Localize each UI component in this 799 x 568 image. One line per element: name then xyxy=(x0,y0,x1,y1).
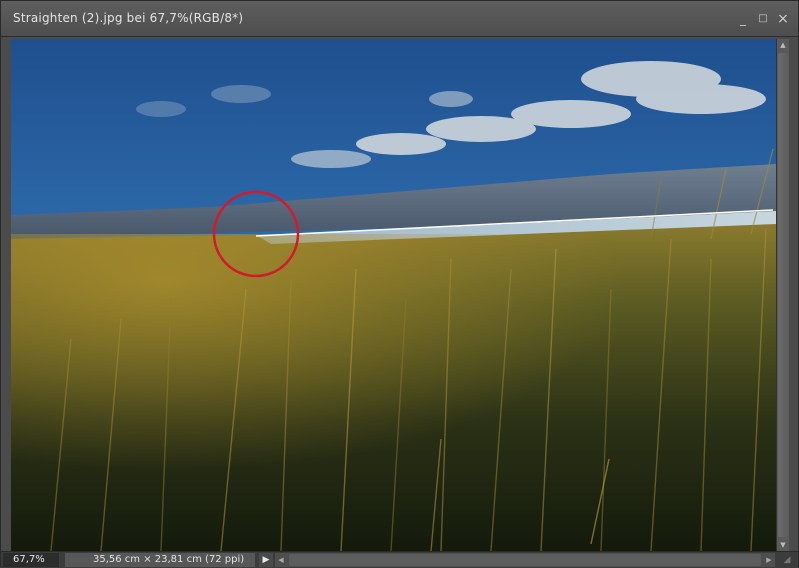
scroll-up-arrow-icon[interactable]: ▲ xyxy=(777,39,789,51)
resize-grip-icon[interactable]: ◢ xyxy=(778,553,796,567)
close-button[interactable]: × xyxy=(776,12,790,26)
document-info: 35,56 cm × 23,81 cm (72 ppi) xyxy=(65,553,255,567)
scroll-right-arrow-icon[interactable]: ▶ xyxy=(763,553,775,567)
document-title: Straighten (2).jpg bei 67,7%(RGB/8*) xyxy=(13,11,244,25)
zoom-level-field[interactable]: 67,7% xyxy=(3,553,59,567)
right-triangle-icon[interactable]: ▶ xyxy=(259,553,273,567)
minimize-button[interactable]: _ xyxy=(736,12,750,26)
horizontal-scrollbar[interactable]: ◀ ▶ xyxy=(275,553,775,567)
vertical-scroll-thumb[interactable] xyxy=(778,53,788,537)
horizontal-scroll-thumb[interactable] xyxy=(289,554,761,566)
document-window: Straighten (2).jpg bei 67,7%(RGB/8*) _ □… xyxy=(0,0,799,568)
document-titlebar[interactable]: Straighten (2).jpg bei 67,7%(RGB/8*) _ □… xyxy=(1,1,798,37)
maximize-button[interactable]: □ xyxy=(756,12,770,26)
scroll-left-arrow-icon[interactable]: ◀ xyxy=(275,553,287,567)
image-canvas[interactable] xyxy=(11,39,776,551)
landscape-photo[interactable] xyxy=(11,39,776,551)
status-bar: 67,7% 35,56 cm × 23,81 cm (72 ppi) ▶ ◀ ▶… xyxy=(1,551,798,568)
scroll-down-arrow-icon[interactable]: ▼ xyxy=(777,539,789,551)
vertical-scrollbar[interactable]: ▲ ▼ xyxy=(776,39,789,551)
